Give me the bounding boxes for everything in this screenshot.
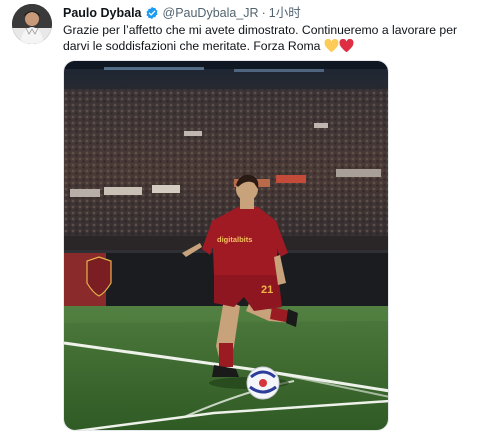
tweet-media-photo[interactable]: 21 digitalbits: [63, 60, 389, 431]
yellow-heart-icon: [324, 38, 339, 57]
red-heart-icon: [339, 38, 354, 57]
header-separator: ·: [261, 6, 266, 20]
tweet-text-line-2-wrap: darvi le soddisfazioni che meritate. For…: [63, 38, 483, 57]
tweet-text: Grazie per l’affetto che mi avete dimost…: [63, 22, 483, 57]
tweet-text-line-1: Grazie per l’affetto che mi avete dimost…: [63, 23, 458, 37]
jersey-sponsor: digitalbits: [217, 235, 252, 244]
football-photo: 21 digitalbits: [64, 61, 388, 430]
author-avatar[interactable]: [12, 4, 52, 44]
jersey-number: 21: [261, 284, 273, 296]
tweet-text-line-2: darvi le soddisfazioni che meritate. For…: [63, 39, 321, 53]
tweet-header: Paulo Dybala @PauDybala_JR · 1小时: [63, 5, 301, 21]
avatar-photo: [12, 4, 52, 44]
tweet-timestamp[interactable]: 1小时: [269, 5, 301, 21]
author-handle[interactable]: @PauDybala_JR: [163, 5, 259, 21]
verified-badge-icon: [145, 6, 159, 20]
author-display-name[interactable]: Paulo Dybala: [63, 5, 142, 21]
tweet[interactable]: Paulo Dybala @PauDybala_JR · 1小时 Grazie …: [0, 0, 500, 440]
